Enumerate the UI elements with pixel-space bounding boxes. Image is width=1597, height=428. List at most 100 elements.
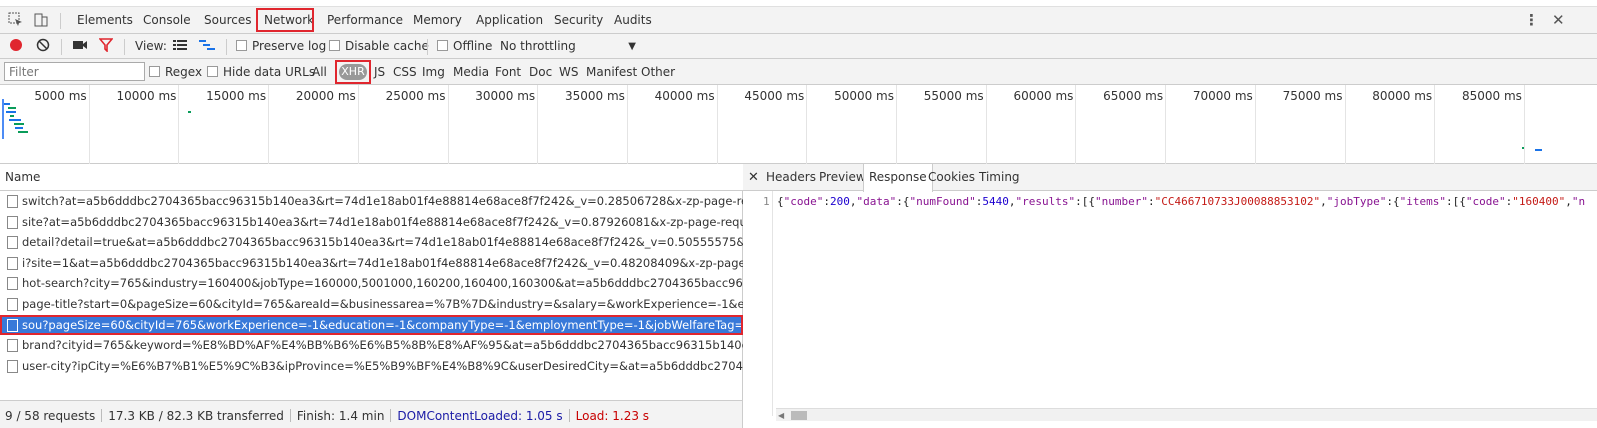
filter-type-js[interactable]: JS bbox=[374, 59, 385, 85]
filter-type-manifest[interactable]: Manifest bbox=[586, 59, 637, 85]
overview-gridline bbox=[0, 85, 1597, 164]
tab-security[interactable]: Security bbox=[547, 7, 610, 33]
json-key: "number" bbox=[1094, 195, 1148, 208]
json-key: "code" bbox=[1465, 195, 1506, 208]
tab-memory[interactable]: Memory bbox=[406, 7, 469, 33]
device-toolbar-icon[interactable] bbox=[33, 12, 49, 28]
tab-console[interactable]: Console bbox=[136, 7, 198, 33]
document-icon bbox=[7, 236, 18, 250]
network-status-bar: 9 / 58 requests 17.3 KB / 82.3 KB transfe… bbox=[0, 400, 743, 428]
clear-icon[interactable] bbox=[36, 34, 50, 59]
filter-type-doc[interactable]: Doc bbox=[529, 59, 552, 85]
network-overview-timeline[interactable]: 5000 ms 10000 ms 15000 ms 20000 ms 25000 ms 3… bbox=[0, 85, 1597, 164]
request-list-panel: Name switch?at=a5b6dddbc2704365bacc96315… bbox=[0, 164, 743, 400]
name-column-header[interactable]: Name bbox=[0, 164, 743, 191]
json-string: "CC466710733J00088853102" bbox=[1154, 195, 1321, 208]
request-name: site?at=a5b6dddbc2704365bacc96315b140ea3… bbox=[22, 214, 743, 229]
preserve-log-label: Preserve log bbox=[252, 39, 327, 53]
tab-elements[interactable]: Elements bbox=[70, 7, 140, 33]
json-key: "data" bbox=[856, 195, 897, 208]
filter-type-other[interactable]: Other bbox=[641, 59, 675, 85]
screenshot-capture-icon[interactable] bbox=[72, 34, 88, 59]
dom-content-loaded-time: DOMContentLoaded: 1.05 s bbox=[397, 409, 563, 423]
filter-type-all[interactable]: All bbox=[312, 59, 327, 85]
throttling-value: No throttling bbox=[500, 39, 576, 53]
request-row-detail[interactable]: detail?detail=true&at=a5b6dddbc2704365ba… bbox=[0, 232, 743, 253]
close-devtools-icon[interactable]: ✕ bbox=[1552, 7, 1565, 33]
json-punct: :{ bbox=[896, 195, 910, 208]
scroll-left-icon[interactable]: ◀ bbox=[778, 411, 784, 420]
hide-data-urls-label: Hide data URLs bbox=[223, 65, 316, 79]
document-icon bbox=[7, 339, 18, 353]
json-key: "code" bbox=[783, 195, 824, 208]
tab-cookies[interactable]: Cookies bbox=[923, 164, 980, 191]
request-row-sou-selected[interactable]: sou?pageSize=60&cityId=765&workExperienc… bbox=[0, 314, 743, 336]
response-body[interactable]: {"code":200,"data":{"numFound":5440,"res… bbox=[777, 195, 1597, 208]
json-key: "results" bbox=[1015, 195, 1076, 208]
throttling-select[interactable]: No throttling ▼ bbox=[500, 34, 636, 59]
filter-type-font[interactable]: Font bbox=[495, 59, 521, 85]
request-row-page-title[interactable]: page-title?start=0&pageSize=60&cityId=76… bbox=[0, 294, 743, 315]
filter-type-media[interactable]: Media bbox=[453, 59, 489, 85]
json-string: "160400" bbox=[1512, 195, 1566, 208]
request-name: i?site=1&at=a5b6dddbc2704365bacc96315b14… bbox=[22, 255, 743, 270]
waterfall-overview-icon[interactable] bbox=[199, 34, 215, 59]
hide-data-urls-checkbox[interactable]: Hide data URLs bbox=[207, 59, 315, 85]
regex-checkbox[interactable]: Regex bbox=[149, 59, 202, 85]
horizontal-scrollbar[interactable]: ◀ bbox=[776, 408, 1597, 421]
line-number-gutter bbox=[743, 191, 773, 416]
json-number: 200 bbox=[830, 195, 850, 208]
document-icon bbox=[7, 277, 18, 291]
request-row-i[interactable]: i?site=1&at=a5b6dddbc2704365bacc96315b14… bbox=[0, 253, 743, 274]
request-details-panel: ✕ Headers Preview Response Cookies Timin… bbox=[743, 164, 1597, 428]
request-row-user-city[interactable]: user-city?ipCity=%E6%B7%B1%E5%9C%B3&ipPr… bbox=[0, 356, 743, 377]
divider bbox=[427, 39, 428, 55]
json-punct: { bbox=[777, 195, 784, 208]
filter-type-xhr-highlight: XHR bbox=[335, 60, 371, 84]
request-row-hot-search[interactable]: hot-search?city=765&industry=160400&jobT… bbox=[0, 273, 743, 294]
view-label: View: bbox=[135, 39, 167, 53]
document-icon bbox=[7, 256, 18, 270]
scrollbar-thumb[interactable] bbox=[791, 411, 807, 420]
inspect-element-icon[interactable] bbox=[8, 12, 24, 28]
preserve-log-checkbox[interactable]: Preserve log bbox=[236, 34, 326, 59]
filter-bar: Regex Hide data URLs All XHR JS CSS Img … bbox=[0, 59, 1597, 85]
finish-time: Finish: 1.4 min bbox=[296, 409, 385, 423]
tab-audits[interactable]: Audits bbox=[607, 7, 659, 33]
more-options-icon[interactable]: ⋮ bbox=[1524, 7, 1539, 33]
filter-type-ws[interactable]: WS bbox=[559, 59, 578, 85]
tab-network[interactable]: Network bbox=[255, 7, 315, 33]
json-punct: , bbox=[1565, 195, 1572, 208]
document-icon bbox=[7, 215, 18, 229]
tab-sources[interactable]: Sources bbox=[197, 7, 258, 33]
offline-checkbox[interactable]: Offline bbox=[437, 34, 492, 59]
request-row-switch[interactable]: switch?at=a5b6dddbc2704365bacc96315b140e… bbox=[0, 191, 743, 212]
document-icon bbox=[7, 359, 18, 373]
tab-application[interactable]: Application bbox=[469, 7, 550, 33]
record-icon[interactable] bbox=[9, 34, 23, 59]
request-row-brand[interactable]: brand?cityid=765&keyword=%E8%BD%AF%E4%BB… bbox=[0, 335, 743, 356]
json-punct: , bbox=[1320, 195, 1327, 208]
json-punct: , bbox=[849, 195, 857, 208]
filter-type-img[interactable]: Img bbox=[422, 59, 445, 85]
json-punct: :[{ bbox=[1446, 195, 1466, 208]
line-number: 1 bbox=[763, 195, 770, 208]
json-key: "items" bbox=[1399, 195, 1446, 208]
divider bbox=[60, 13, 61, 29]
disable-cache-checkbox[interactable]: Disable cache bbox=[329, 34, 429, 59]
tab-performance[interactable]: Performance bbox=[320, 7, 410, 33]
filter-type-xhr[interactable]: XHR bbox=[339, 64, 367, 80]
request-name: brand?cityid=765&keyword=%E8%BD%AF%E4%BB… bbox=[22, 338, 743, 353]
document-icon bbox=[7, 297, 18, 311]
load-time: Load: 1.23 s bbox=[575, 409, 650, 423]
large-rows-icon[interactable] bbox=[173, 34, 187, 59]
json-key: "numFound" bbox=[909, 195, 976, 208]
filter-type-css[interactable]: CSS bbox=[393, 59, 417, 85]
tab-timing[interactable]: Timing bbox=[974, 164, 1025, 191]
request-name: switch?at=a5b6dddbc2704365bacc96315b140e… bbox=[22, 194, 743, 208]
filter-icon[interactable] bbox=[98, 34, 114, 59]
tab-headers[interactable]: Headers bbox=[761, 164, 821, 191]
filter-input[interactable] bbox=[4, 62, 145, 81]
devtools-tab-bar: Elements Console Sources Network Perform… bbox=[0, 7, 1597, 34]
request-row-site[interactable]: site?at=a5b6dddbc2704365bacc96315b140ea3… bbox=[0, 212, 743, 233]
